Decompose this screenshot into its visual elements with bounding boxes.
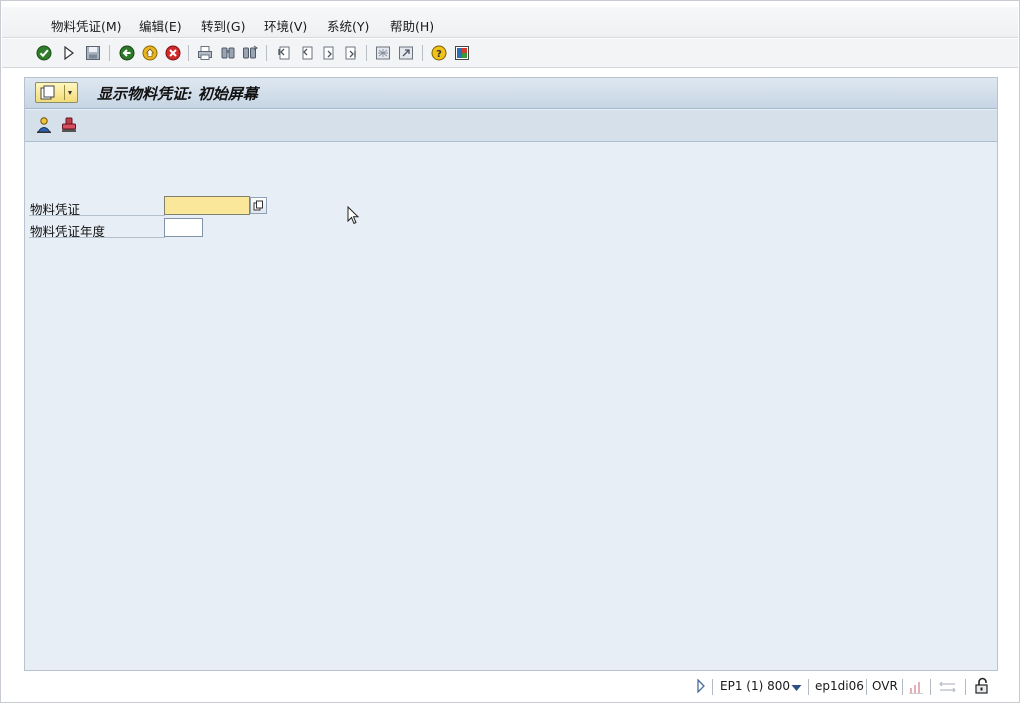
material-document-input[interactable] — [164, 196, 250, 215]
next-page-icon[interactable] — [320, 44, 338, 62]
system-info: EP1 (1) 800 — [720, 679, 790, 693]
cancel-icon[interactable] — [164, 44, 182, 62]
connection-icon — [938, 679, 958, 698]
enter-icon[interactable] — [35, 44, 53, 62]
screen-area: 显示物料凭证: 初始屏幕 物料凭证 物料凭证年度 — [24, 77, 998, 671]
exit-icon[interactable] — [141, 44, 159, 62]
command-field-icon[interactable] — [60, 44, 78, 62]
find-icon[interactable] — [219, 44, 237, 62]
status-separator — [712, 679, 713, 695]
save-icon[interactable] — [84, 44, 102, 62]
svg-text:?: ? — [436, 49, 442, 60]
first-page-icon[interactable] — [275, 44, 293, 62]
menu-goto[interactable]: 转到(G) — [201, 16, 245, 35]
status-bar: EP1 (1) 800 ep1di06 OVR — [2, 673, 1018, 701]
insert-mode[interactable]: OVR — [872, 679, 898, 693]
toolbar-separator — [109, 45, 110, 61]
toolbar-separator — [188, 45, 189, 61]
print-icon[interactable] — [196, 44, 214, 62]
held-data-icon[interactable] — [35, 116, 53, 134]
back-icon[interactable] — [118, 44, 136, 62]
server-name: ep1di06 — [815, 679, 864, 693]
status-separator — [930, 679, 931, 695]
status-separator — [902, 679, 903, 695]
menu-environment[interactable]: 环境(V) — [264, 16, 307, 35]
performance-icon — [908, 679, 924, 698]
status-separator — [808, 679, 809, 695]
status-separator — [965, 679, 966, 695]
menu-system[interactable]: 系统(Y) — [327, 16, 369, 35]
screen-title: 显示物料凭证: 初始屏幕 — [97, 85, 258, 103]
system-dropdown-icon[interactable] — [791, 681, 802, 695]
security-lock-icon[interactable] — [974, 677, 990, 698]
find-next-icon[interactable] — [241, 44, 259, 62]
previous-page-icon[interactable] — [298, 44, 316, 62]
application-toolbar — [25, 110, 997, 142]
last-page-icon[interactable] — [342, 44, 360, 62]
material-document-year-input[interactable] — [164, 218, 203, 237]
status-expand-icon[interactable] — [696, 678, 706, 696]
status-separator — [866, 679, 867, 695]
menu-help[interactable]: 帮助(H) — [390, 16, 434, 35]
help-icon[interactable]: ? — [430, 44, 448, 62]
title-bar: 显示物料凭证: 初始屏幕 — [25, 78, 997, 109]
menu-material-document[interactable]: 物料凭证(M) — [51, 16, 122, 35]
standard-toolbar: ? — [2, 39, 1018, 68]
system-menu-button[interactable] — [35, 82, 78, 103]
create-session-icon[interactable] — [374, 44, 392, 62]
mouse-cursor-icon — [347, 205, 361, 229]
shortcut-icon[interactable] — [397, 44, 415, 62]
label-underline — [29, 215, 165, 216]
toolbar-separator — [422, 45, 423, 61]
toolbar-separator — [266, 45, 267, 61]
sap-window: 物料凭证(M) 编辑(E) 转到(G) 环境(V) 系统(Y) 帮助(H) ? … — [0, 0, 1020, 703]
customize-layout-icon[interactable] — [453, 44, 471, 62]
stamp-icon[interactable] — [60, 116, 78, 134]
label-underline — [29, 237, 165, 238]
menu-edit[interactable]: 编辑(E) — [139, 16, 182, 35]
menu-bar: 物料凭证(M) 编辑(E) 转到(G) 环境(V) 系统(Y) 帮助(H) — [2, 7, 1018, 38]
value-help-button[interactable] — [250, 197, 267, 214]
toolbar-separator — [366, 45, 367, 61]
